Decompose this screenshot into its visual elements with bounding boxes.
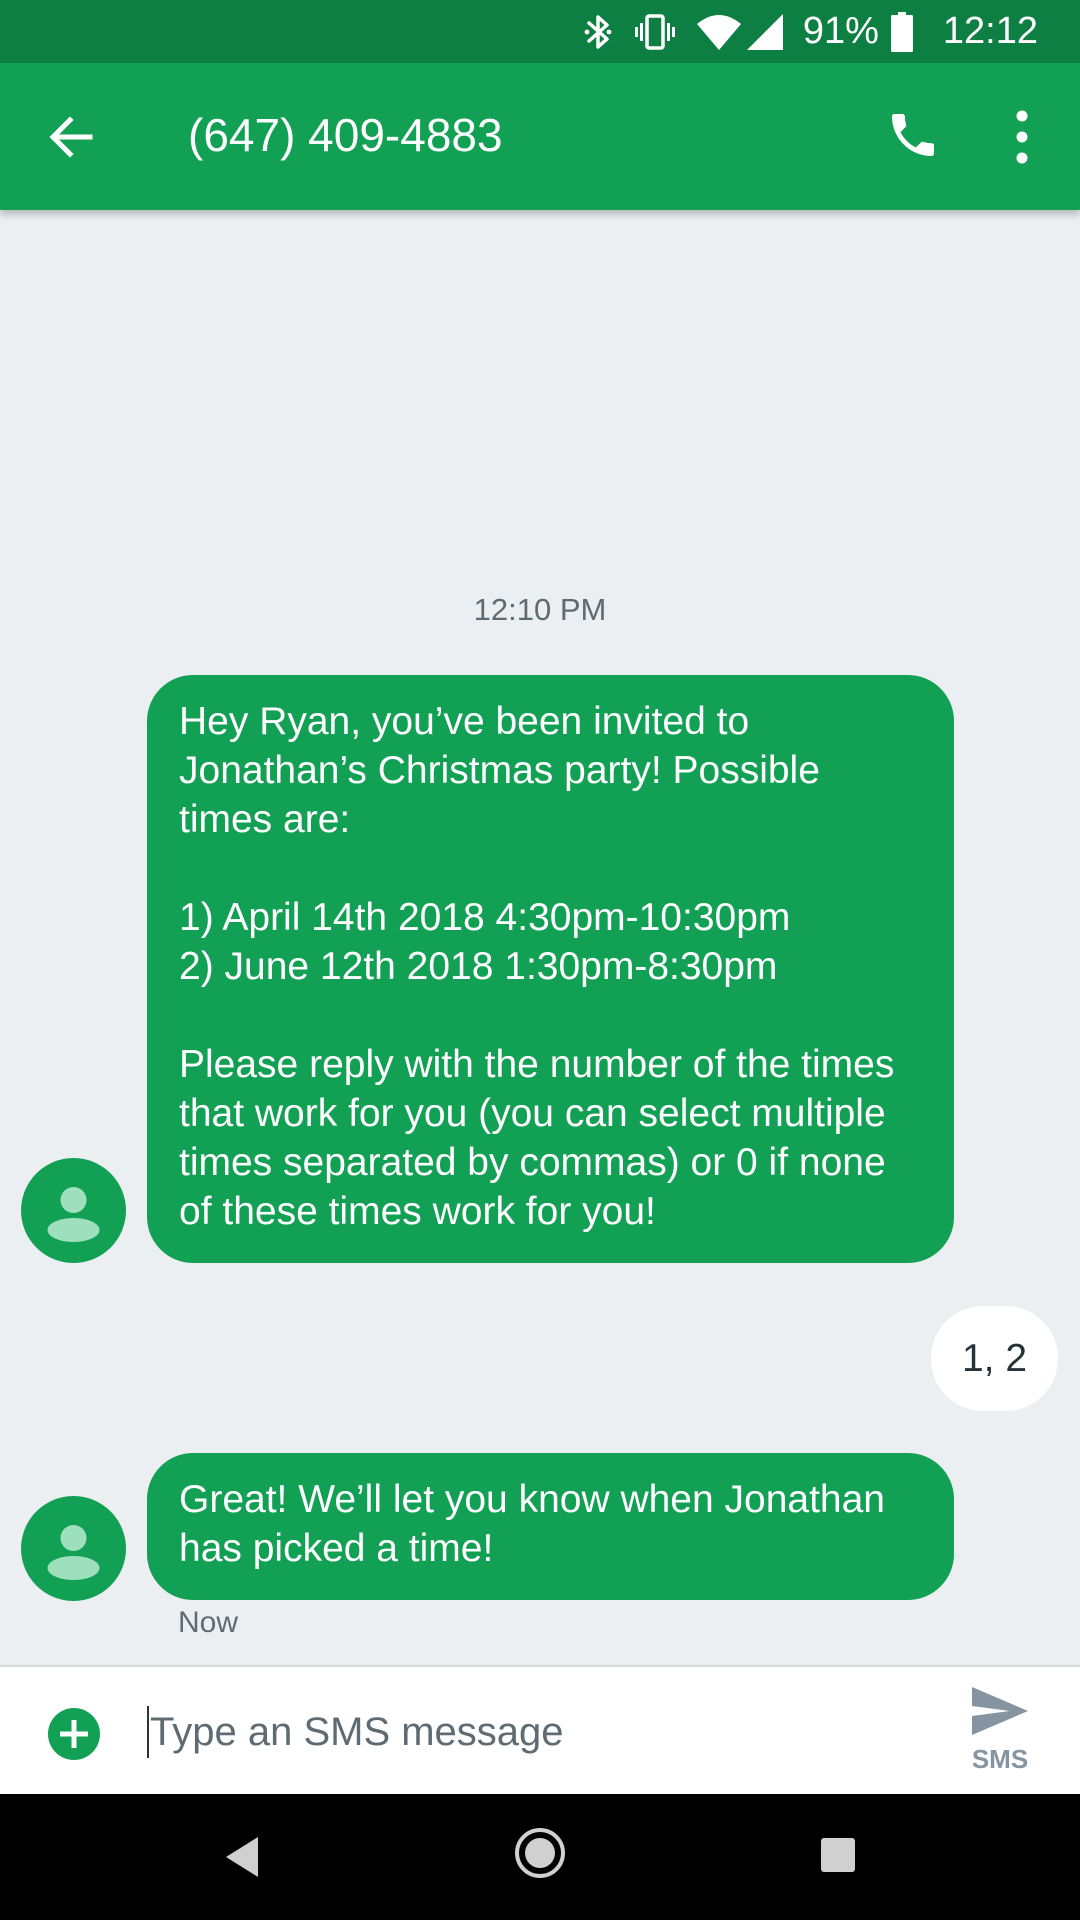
- send-button[interactable]: SMS: [960, 1685, 1040, 1785]
- send-label: SMS: [971, 1744, 1029, 1774]
- message-input[interactable]: [150, 1697, 930, 1767]
- system-nav-bar: [0, 1794, 1080, 1920]
- nav-back-button[interactable]: [222, 1834, 262, 1880]
- battery-icon: [890, 11, 913, 52]
- vibrate-icon: [634, 12, 675, 52]
- back-button[interactable]: [44, 109, 100, 165]
- bluetooth-icon: [583, 12, 613, 52]
- conversation-title: (647) 409-4883: [188, 109, 503, 161]
- compose-bar: SMS: [0, 1665, 1080, 1794]
- status-bar: 91% 12:12: [0, 0, 1080, 63]
- outgoing-message-bubble[interactable]: 1, 2: [931, 1306, 1058, 1411]
- nav-recents-button[interactable]: [820, 1837, 856, 1873]
- nav-home-button[interactable]: [514, 1827, 566, 1879]
- phone-icon: [892, 114, 934, 156]
- add-circle-icon: [48, 1708, 100, 1760]
- nav-recents-icon: [821, 1838, 855, 1872]
- message-timestamp: Now: [178, 1606, 239, 1639]
- messages-screen: 91% 12:12 (647) 409-4883 12:10 PM Hey Ry…: [0, 0, 1080, 1920]
- battery-percent: 91%: [802, 10, 879, 52]
- incoming-message-bubble[interactable]: Great! We’ll let you know when Jonathan …: [147, 1453, 954, 1600]
- nav-home-icon: [515, 1828, 565, 1878]
- incoming-message-bubble[interactable]: Hey Ryan, you’ve been invited to Jonatha…: [147, 675, 954, 1263]
- back-arrow-icon: [49, 116, 93, 158]
- send-icon: [972, 1687, 1028, 1735]
- nav-back-icon: [226, 1837, 258, 1877]
- add-attachment-button[interactable]: [47, 1707, 101, 1761]
- text-cursor: [147, 1706, 149, 1758]
- wifi-icon: [696, 14, 741, 50]
- more-options-button[interactable]: [1000, 107, 1044, 167]
- person-icon: [47, 1187, 100, 1242]
- app-bar: (647) 409-4883: [0, 63, 1080, 210]
- contact-avatar[interactable]: [21, 1158, 126, 1263]
- contact-avatar[interactable]: [21, 1496, 126, 1601]
- call-button[interactable]: [885, 107, 941, 163]
- more-vert-icon: [1016, 110, 1028, 164]
- status-clock: 12:12: [942, 10, 1038, 52]
- person-icon: [47, 1525, 100, 1580]
- conversation-timestamp: 12:10 PM: [473, 592, 607, 627]
- cell-signal-icon: [746, 13, 783, 50]
